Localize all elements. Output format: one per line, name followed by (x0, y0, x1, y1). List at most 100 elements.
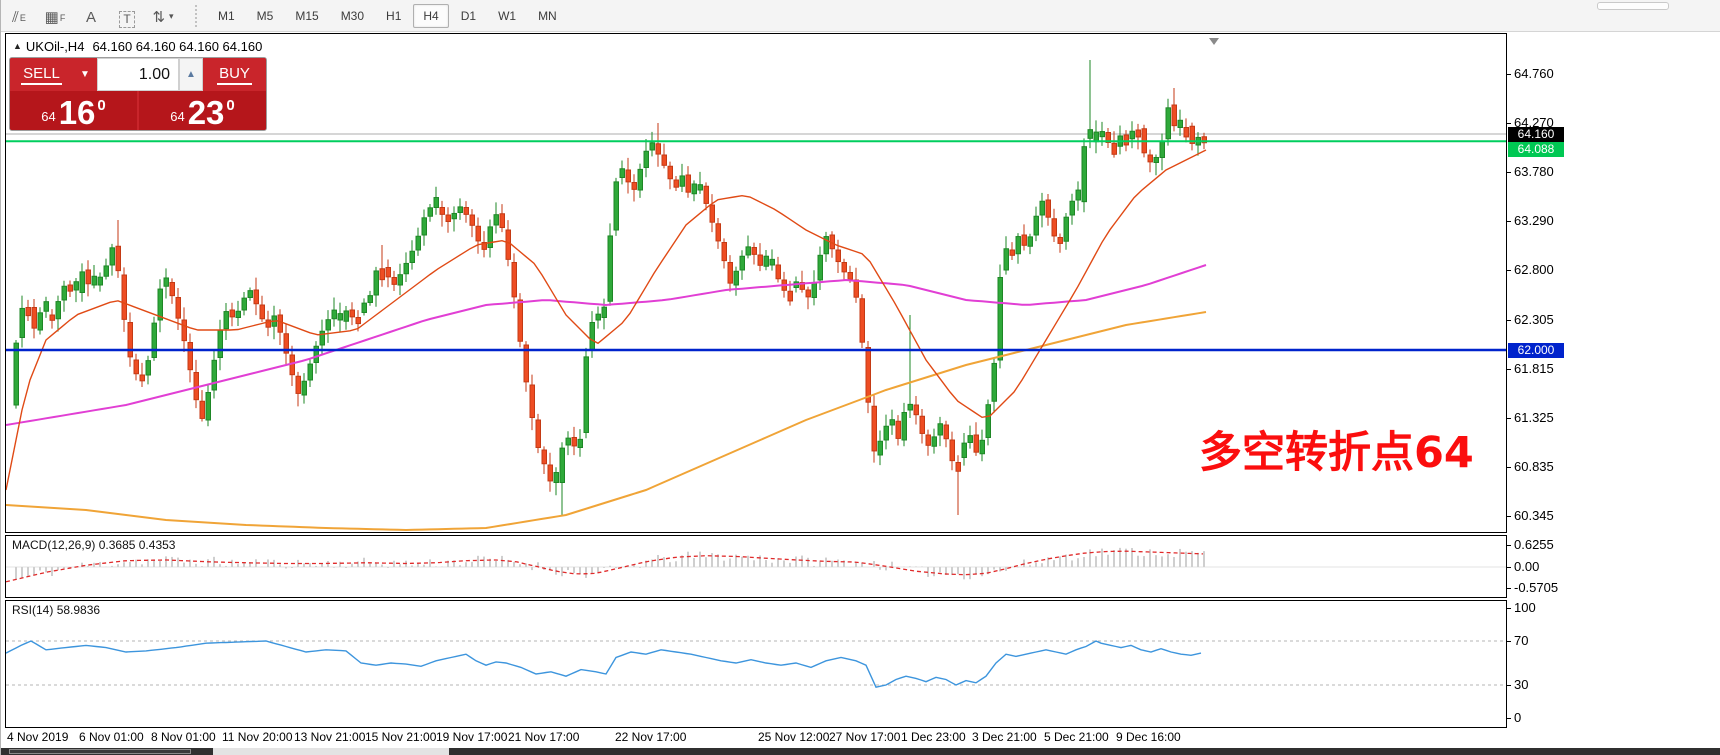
macd-label: MACD(12,26,9) 0.3685 0.4353 (12, 538, 175, 552)
price-axis-tick (1507, 466, 1511, 468)
macd-axis-tick (1507, 545, 1511, 546)
rsi-axis-tick (1507, 685, 1511, 686)
buy-price-sup: 0 (226, 97, 235, 114)
bid-price-badge: 64.160 (1508, 127, 1564, 142)
volume-decrease-button[interactable]: ▼ (73, 58, 97, 91)
collapse-icon[interactable]: ▲ (13, 41, 22, 51)
rsi-axis-tick (1507, 608, 1511, 609)
time-axis-label: 21 Nov 17:00 (508, 730, 580, 744)
drawing-tools-group: ⫽ E ▦ F A T ⇅ ▾ (1, 4, 181, 28)
toolbar-scroll-fragment (1597, 2, 1669, 10)
timeframe-button-m5[interactable]: M5 (247, 4, 284, 28)
sell-price-button[interactable]: 64 16 0 (10, 91, 137, 130)
price-axis-tick (1507, 515, 1511, 517)
price-axis-label: 63.780 (1514, 164, 1554, 179)
time-axis-label: 1 Dec 23:00 (901, 730, 966, 744)
status-bar (1, 748, 1720, 755)
price-axis-label: 62.305 (1514, 311, 1554, 327)
time-axis-label: 27 Nov 17:00 (829, 730, 901, 744)
one-click-trade-panel: SELL ▼ 1.00 ▲ BUY 64 16 0 64 23 0 (9, 57, 267, 131)
time-axis-label: 15 Nov 21:00 (365, 730, 437, 744)
time-axis-label: 4 Nov 2019 (7, 730, 69, 744)
taskbar-fragment (213, 748, 449, 755)
price-axis-tick (1507, 270, 1511, 271)
rsi-axis-label: 0 (1514, 710, 1522, 725)
rsi-label: RSI(14) 58.9836 (12, 603, 100, 617)
timeframe-button-w1[interactable]: W1 (488, 4, 526, 28)
time-axis-label: 6 Nov 01:00 (79, 730, 144, 744)
volume-increase-button[interactable]: ▲ (179, 58, 203, 91)
time-axis-label: 8 Nov 01:00 (151, 730, 216, 744)
time-axis-label: 22 Nov 17:00 (615, 730, 687, 744)
rsi-canvas[interactable] (6, 601, 1506, 727)
price-axis-tick (1507, 123, 1511, 124)
chart-annotation-text[interactable]: 多空转折点64 (1199, 418, 1474, 480)
trade-panel-top-row: SELL ▼ 1.00 ▲ BUY (10, 58, 266, 91)
fibonacci-retracement-icon[interactable]: ▦ F (40, 4, 70, 28)
time-axis[interactable]: 4 Nov 2019 6 Nov 01:00 8 Nov 01:00 11 Nov 2… (5, 728, 1507, 747)
rsi-name: RSI(14) (12, 603, 54, 617)
buy-button[interactable]: BUY (203, 58, 266, 91)
price-axis-label: 60.835 (1514, 458, 1554, 474)
rsi-axis-label: 100 (1514, 600, 1536, 615)
price-axis-label: 60.345 (1514, 507, 1554, 523)
macd-name: MACD(12,26,9) (12, 538, 96, 552)
symbol-title: UKOil-,H4 (25, 39, 85, 54)
arrow-tools-icon[interactable]: ⇅ ▾ (148, 4, 178, 28)
time-axis-label: 13 Nov 21:00 (294, 730, 366, 744)
buy-price-big: 23 (187, 94, 225, 131)
volume-input[interactable]: 1.00 (97, 58, 179, 91)
time-axis-label: 5 Dec 21:00 (1044, 730, 1109, 744)
symbol-header: ▲ UKOil-,H4 64.160 64.160 64.160 64.160 (13, 39, 262, 54)
toolbar-separator (195, 4, 197, 27)
time-axis-label: 9 Dec 16:00 (1116, 730, 1181, 744)
price-axis-label: 61.325 (1514, 409, 1554, 425)
macd-axis-label: 0.6255 (1514, 537, 1554, 552)
macd-axis-tick (1507, 567, 1511, 568)
price-axis-label: 64.760 (1514, 66, 1554, 81)
price-axis-label: 63.290 (1514, 213, 1554, 228)
timeframe-button-m30[interactable]: M30 (331, 4, 374, 28)
rsi-axis-label: 70 (1514, 633, 1529, 648)
equidistant-channel-icon[interactable]: ⫽ E (4, 4, 34, 28)
last-bar-marker-icon (1209, 38, 1219, 45)
sell-button[interactable]: SELL (10, 58, 73, 91)
price-axis-label: 62.800 (1514, 262, 1554, 277)
macd-axis-label: 0.00 (1514, 559, 1540, 574)
price-axis-tick (1507, 221, 1511, 222)
text-label-icon[interactable]: T (112, 4, 142, 28)
macd-values: 0.3685 0.4353 (98, 538, 176, 552)
macd-axis-tick (1507, 588, 1511, 589)
sell-button-label: SELL (21, 64, 62, 85)
price-axis-tick (1507, 74, 1511, 75)
price-axis-tick (1507, 368, 1511, 370)
timeframe-button-m1[interactable]: M1 (208, 4, 245, 28)
rsi-indicator-panel[interactable]: RSI(14) 58.9836 (5, 600, 1507, 728)
macd-axis-label: -0.5705 (1514, 580, 1559, 595)
price-axis-tick (1507, 172, 1511, 173)
text-icon[interactable]: A (76, 4, 106, 28)
timeframe-button-mn[interactable]: MN (528, 4, 567, 28)
main-toolbar: ⫽ E ▦ F A T ⇅ ▾ M1 M5 M15 M30 H1 H4 D1 W1 MN (1, 0, 1720, 32)
price-axis-tick (1507, 417, 1511, 419)
timeframe-button-m15[interactable]: M15 (285, 4, 328, 28)
timeframe-button-h4[interactable]: H4 (413, 3, 449, 28)
sell-price-prefix: 64 (41, 109, 56, 124)
buy-price-button[interactable]: 64 23 0 (139, 91, 266, 130)
rsi-value: 58.9836 (56, 603, 101, 617)
trade-panel-price-row: 64 16 0 64 23 0 (10, 91, 266, 130)
time-axis-label: 25 Nov 12:00 (758, 730, 830, 744)
sell-price-sup: 0 (97, 97, 106, 114)
time-axis-label: 11 Nov 20:00 (222, 730, 293, 744)
buy-button-label: BUY (217, 64, 252, 85)
rsi-axis-tick (1507, 641, 1511, 642)
timeframe-button-d1[interactable]: D1 (451, 4, 486, 28)
price-axis-label: 61.815 (1514, 360, 1554, 376)
rsi-axis-label: 30 (1514, 677, 1529, 692)
time-axis-label: 19 Nov 17:00 (436, 730, 508, 744)
macd-indicator-panel[interactable]: MACD(12,26,9) 0.3685 0.4353 (5, 535, 1507, 598)
timeframe-button-h1[interactable]: H1 (376, 4, 411, 28)
rsi-axis-tick (1507, 718, 1511, 719)
macd-canvas[interactable] (6, 536, 1506, 597)
timeframe-toolbar: M1 M5 M15 M30 H1 H4 D1 W1 MN (207, 3, 568, 28)
